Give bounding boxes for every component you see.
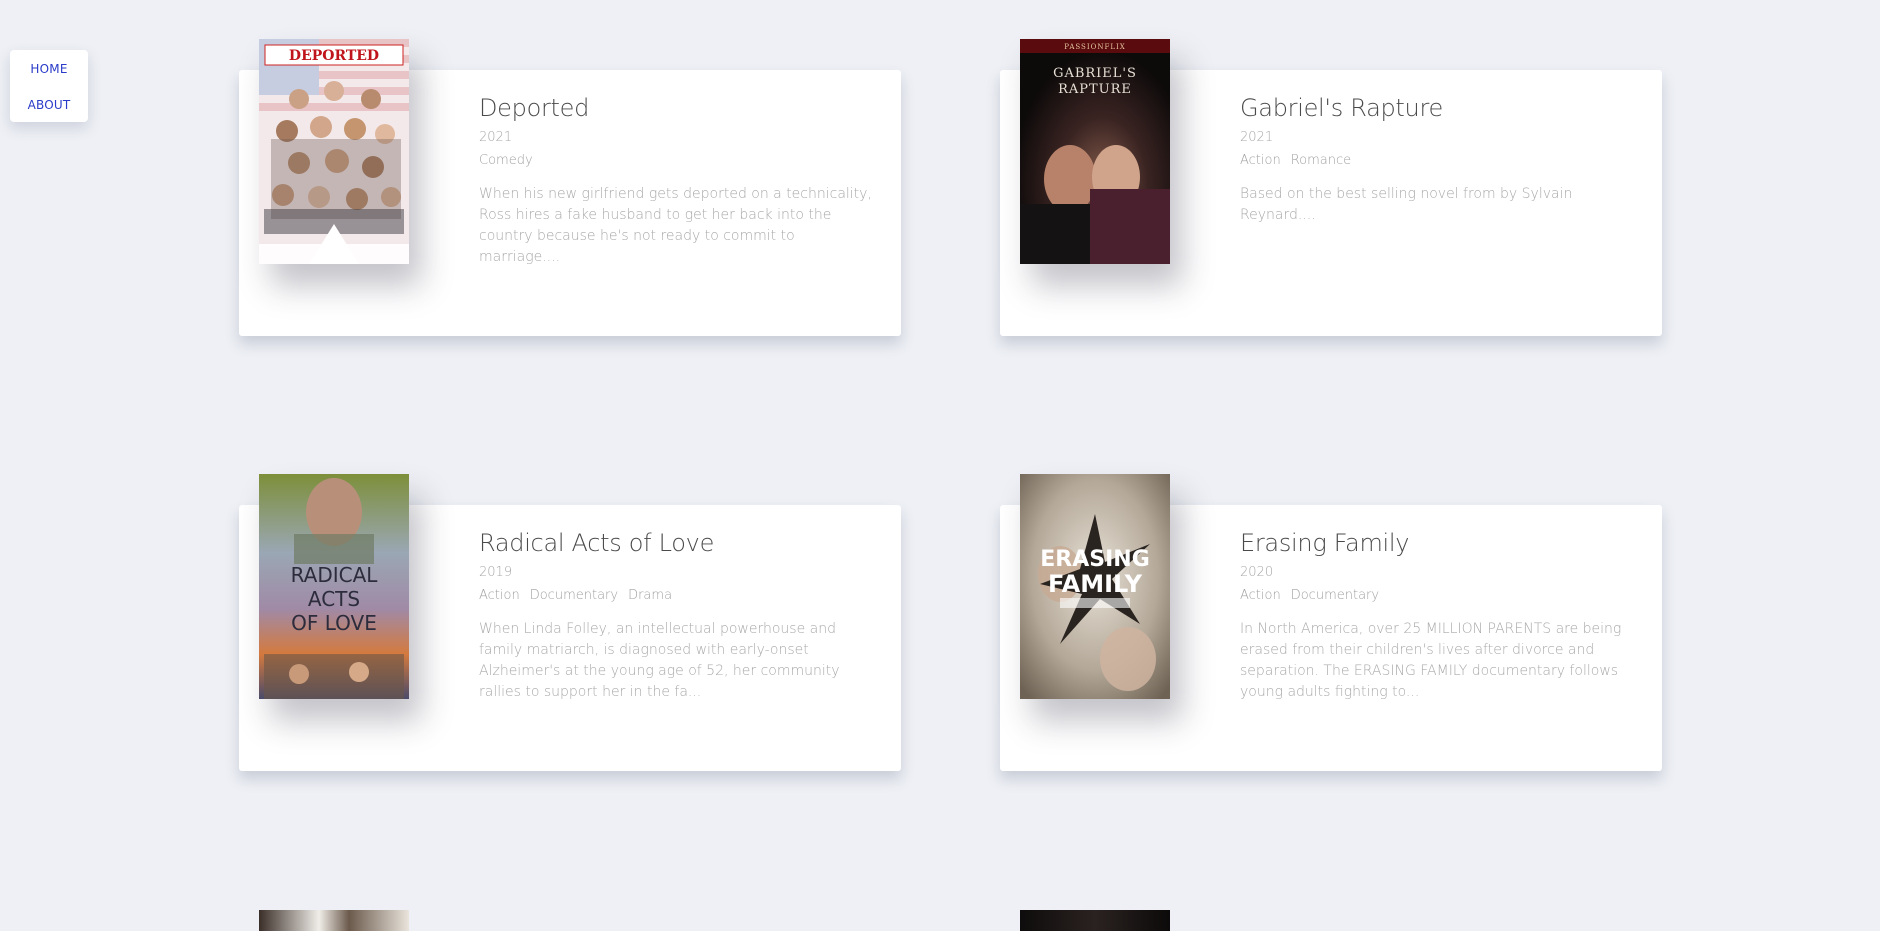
movie-poster-erasing-family[interactable]: ERASING FAMILY: [1020, 474, 1170, 699]
movie-title[interactable]: Gabriel's Rapture: [1240, 92, 1640, 124]
movie-card-gabriels-rapture[interactable]: PASSIONFLIX GABRIEL'S RAPTURE Gabriel's …: [1000, 39, 1662, 336]
movie-info: Deported 2021 Comedy When his new girlfr…: [479, 92, 879, 268]
movie-info: Erasing Family 2020 Action Documentary In…: [1240, 527, 1640, 703]
poster-brand-text: PASSIONFLIX: [1064, 43, 1125, 51]
movie-genres: Action Romance: [1240, 153, 1640, 168]
svg-text:RADICAL: RADICAL: [291, 563, 379, 587]
svg-text:GABRIEL'S: GABRIEL'S: [1053, 66, 1137, 81]
movie-year: 2020: [1240, 565, 1274, 580]
movie-poster-deported[interactable]: DEPORTED: [259, 39, 409, 264]
genre-tag: Comedy: [479, 153, 533, 168]
genre-tag: Documentary: [1290, 588, 1380, 603]
movie-poster-radical-acts-of-love[interactable]: RADICAL ACTS OF LOVE: [259, 474, 409, 699]
movie-description: In North America, over 25 MILLION PARENT…: [1240, 621, 1622, 700]
movie-genres: Action Documentary Drama: [479, 588, 879, 603]
svg-text:FAMILY: FAMILY: [1048, 570, 1143, 598]
poster-image: ERASING FAMILY: [1020, 474, 1170, 699]
movie-poster-next-row-left[interactable]: [259, 910, 409, 931]
movie-card-radical-acts-of-love[interactable]: RADICAL ACTS OF LOVE Radical Acts of Lov…: [239, 474, 901, 771]
movie-title[interactable]: Erasing Family: [1240, 527, 1640, 559]
poster-image: DEPORTED: [259, 39, 409, 264]
movie-year: 2021: [479, 130, 513, 145]
movie-description: Based on the best selling novel from by …: [1240, 186, 1573, 223]
movie-poster-gabriels-rapture[interactable]: PASSIONFLIX GABRIEL'S RAPTURE: [1020, 39, 1170, 264]
svg-text:ACTS: ACTS: [308, 587, 360, 611]
movie-info: Gabriel's Rapture 2021 Action Romance Bas…: [1240, 92, 1640, 226]
poster-image: PASSIONFLIX GABRIEL'S RAPTURE: [1020, 39, 1170, 264]
movie-description: When Linda Folley, an intellectual power…: [479, 621, 840, 700]
poster-image: RADICAL ACTS OF LOVE: [259, 474, 409, 699]
genre-tag: Action: [1240, 153, 1281, 168]
genre-tag: Documentary: [529, 588, 619, 603]
genre-tag: Drama: [628, 588, 673, 603]
app-root: HOME ABOUT DEPORTED Deported 2021 Comedy…: [0, 0, 1880, 931]
genre-tag: Romance: [1290, 153, 1352, 168]
movie-year: 2019: [479, 565, 513, 580]
nav-home-link[interactable]: HOME: [10, 62, 88, 76]
movie-title[interactable]: Deported: [479, 92, 879, 124]
svg-text:OF LOVE: OF LOVE: [291, 611, 377, 635]
movie-genres: Action Documentary: [1240, 588, 1640, 603]
svg-text:RAPTURE: RAPTURE: [1058, 82, 1132, 97]
nav-about-link[interactable]: ABOUT: [10, 98, 88, 112]
side-navigation: HOME ABOUT: [10, 50, 88, 122]
genre-tag: Action: [1240, 588, 1281, 603]
movie-card-deported[interactable]: DEPORTED Deported 2021 Comedy When his n…: [239, 39, 901, 336]
poster-title-text: DEPORTED: [289, 48, 379, 64]
svg-text:ERASING: ERASING: [1040, 547, 1150, 572]
movie-year: 2021: [1240, 130, 1274, 145]
movie-genres: Comedy: [479, 153, 879, 168]
movie-poster-next-row-right[interactable]: [1020, 910, 1170, 931]
movie-title[interactable]: Radical Acts of Love: [479, 527, 879, 559]
genre-tag: Action: [479, 588, 520, 603]
movie-description: When his new girlfriend gets deported on…: [479, 186, 872, 265]
movie-info: Radical Acts of Love 2019 Action Document…: [479, 527, 879, 703]
movie-card-erasing-family[interactable]: ERASING FAMILY Erasing Family 2020 Actio…: [1000, 474, 1662, 771]
